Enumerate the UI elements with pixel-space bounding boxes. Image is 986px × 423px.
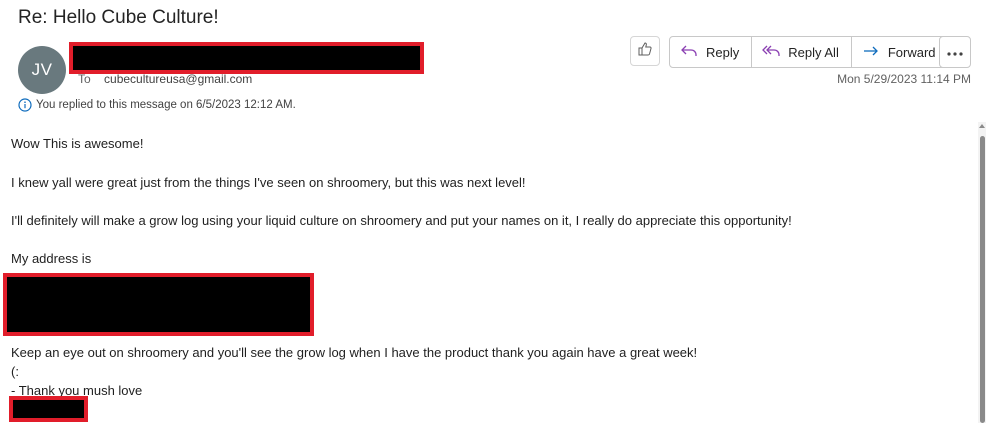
forward-arrow-icon — [862, 43, 888, 62]
scroll-up-arrow-icon[interactable] — [979, 124, 985, 128]
recipient-line: To cubecultureusa@gmail.com — [78, 72, 252, 86]
reply-arrow-icon — [680, 43, 706, 62]
thumbs-up-icon — [637, 41, 653, 62]
reply-label: Reply — [706, 44, 740, 60]
reply-all-button[interactable]: Reply All — [751, 37, 851, 67]
more-actions-button[interactable] — [939, 36, 971, 68]
body-line: Wow This is awesome! — [11, 136, 144, 151]
forward-label: Forward — [887, 44, 936, 60]
body-line: My address is — [11, 251, 92, 266]
replied-notice-text: You replied to this message on 6/5/2023 … — [36, 99, 296, 111]
redacted-sender-name — [69, 42, 424, 74]
recipient-address[interactable]: cubecultureusa@gmail.com — [104, 72, 252, 86]
like-button[interactable] — [630, 36, 660, 66]
redacted-signature — [9, 396, 88, 422]
body-line: I knew yall were great just from the thi… — [11, 175, 526, 190]
redacted-address — [3, 273, 314, 336]
info-icon — [18, 98, 32, 112]
body-line: I'll definitely will make a grow log usi… — [11, 213, 792, 228]
message-date: Mon 5/29/2023 11:14 PM — [837, 72, 971, 86]
reply-button[interactable]: Reply — [670, 37, 751, 67]
sender-initials: JV — [31, 60, 53, 79]
body-line: (: — [11, 364, 19, 379]
reply-all-arrow-icon — [762, 43, 788, 62]
to-label: To — [78, 72, 91, 86]
email-subject: Re: Hello Cube Culture! — [18, 7, 219, 28]
more-ellipsis-icon — [947, 43, 963, 61]
message-actions: Reply Reply All Forward — [669, 36, 949, 68]
reply-all-label: Reply All — [788, 44, 839, 60]
replied-notice: You replied to this message on 6/5/2023 … — [18, 98, 296, 112]
scrollbar-thumb[interactable] — [980, 136, 985, 423]
body-line: Keep an eye out on shroomery and you'll … — [11, 345, 698, 360]
forward-button[interactable]: Forward — [850, 37, 948, 67]
sender-avatar[interactable]: JV — [18, 46, 66, 94]
